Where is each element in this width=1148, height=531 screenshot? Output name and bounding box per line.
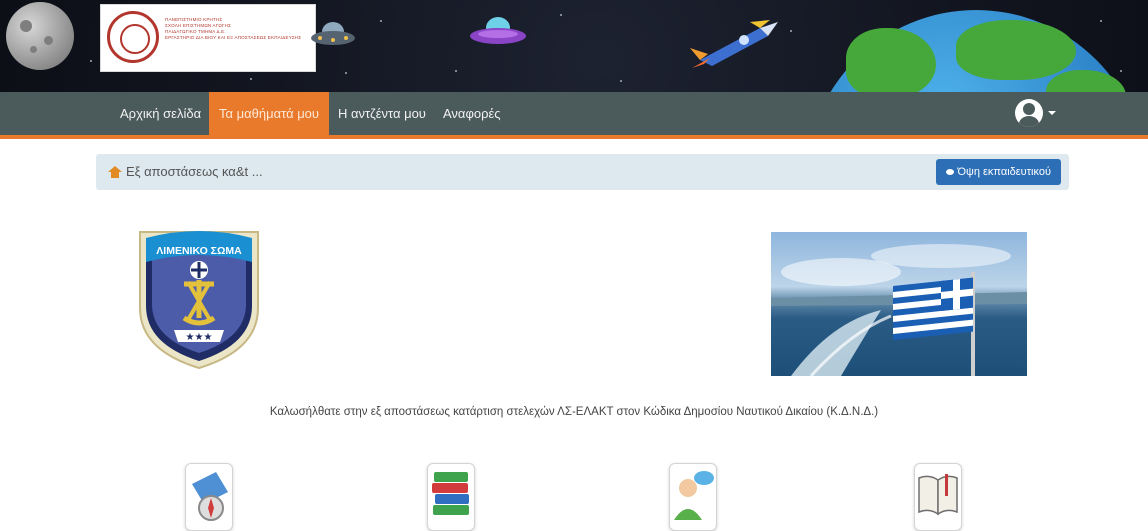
badge-text: ΛΙΜΕΝΙΚΟ ΣΩΜΑ (156, 245, 242, 257)
breadcrumb-course-title[interactable]: Εξ αποστάσεως κα&t ... (126, 154, 263, 190)
greek-flag-sea-photo (771, 232, 1027, 376)
nav-home[interactable]: Αρχική σελίδα (110, 92, 211, 135)
nav-my-agenda[interactable]: Η αντζέντα μου (328, 92, 436, 135)
breadcrumb-course-link[interactable]: Εξ αποστάσεως κα&t ... (108, 154, 263, 190)
nav-my-courses[interactable]: Τα μαθήματά μου (209, 92, 330, 135)
user-menu[interactable] (1015, 99, 1056, 127)
breadcrumb: Εξ αποστάσεως κα&t ... Όψη εκπαιδευτικού (96, 154, 1069, 190)
earth-icon (806, 10, 1146, 92)
svg-text:★★★: ★★★ (186, 332, 213, 343)
user-avatar-icon[interactable] (1015, 99, 1043, 127)
university-name: ΠΑΝΕΠΙΣΤΗΜΙΟ ΚΡΗΤΗΣ ΣΧΟΛΗ ΕΠΙΣΤΗΜΩΝ ΑΓΩΓ… (165, 17, 302, 40)
home-icon[interactable] (108, 166, 122, 178)
ufo-icon (311, 22, 355, 45)
nav-reports[interactable]: Αναφορές (433, 92, 511, 135)
space-header-banner: ΠΑΝΕΠΙΣΤΗΜΙΟ ΚΡΗΤΗΣ ΣΧΟΛΗ ΕΠΙΣΤΗΜΩΝ ΑΓΩΓ… (0, 0, 1148, 92)
teacher-view-button[interactable]: Όψη εκπαιδευτικού (936, 159, 1061, 185)
university-seal-icon (107, 11, 159, 63)
chevron-down-icon[interactable] (1048, 111, 1056, 115)
open-book-icon[interactable] (914, 463, 962, 531)
moon-icon (6, 2, 74, 70)
books-icon[interactable] (427, 463, 475, 531)
purple-ufo-icon (470, 17, 526, 44)
compass-map-icon[interactable] (185, 463, 233, 531)
rocket-icon (690, 20, 778, 68)
welcome-message: Καλωσήλθατε στην εξ αποστάσεως κατάρτιση… (269, 406, 879, 418)
eye-icon (946, 169, 955, 175)
main-navbar: Αρχική σελίδα Τα μαθήματά μου Η αντζέντα… (0, 92, 1148, 139)
discussion-user-icon[interactable] (669, 463, 717, 531)
coast-guard-badge: ΛΙΜΕΝΙΚΟ ΣΩΜΑ ★★★ (134, 222, 264, 370)
teacher-view-label: Όψη εκπαιδευτικού (957, 166, 1051, 178)
university-logo[interactable]: ΠΑΝΕΠΙΣΤΗΜΙΟ ΚΡΗΤΗΣ ΣΧΟΛΗ ΕΠΙΣΤΗΜΩΝ ΑΓΩΓ… (100, 4, 316, 72)
